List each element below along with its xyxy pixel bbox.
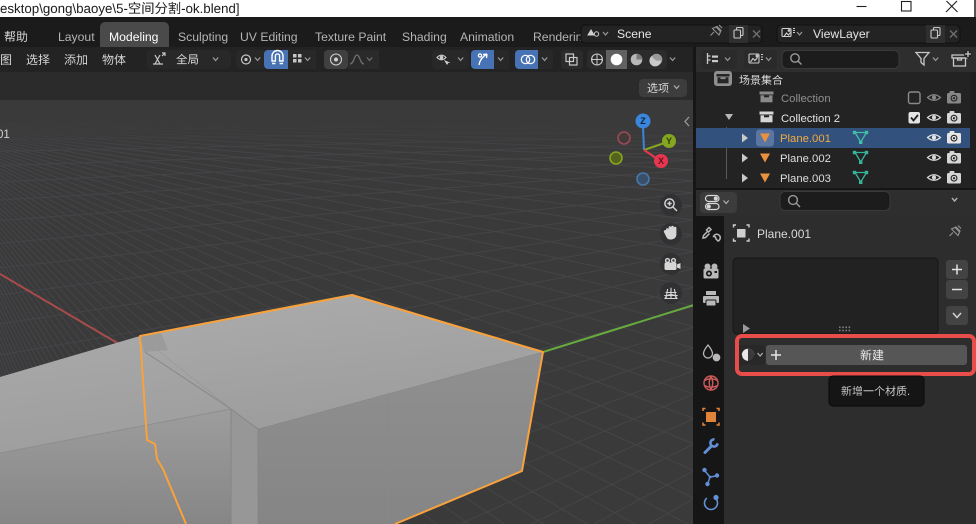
svg-text:Plane.001: Plane.001	[780, 133, 831, 145]
svg-text:Z: Z	[640, 116, 646, 126]
svg-text:ViewLayer: ViewLayer	[813, 27, 870, 41]
svg-text:Texture Paint: Texture Paint	[315, 30, 387, 44]
svg-text:Shading: Shading	[402, 30, 447, 44]
svg-text:UV Editing: UV Editing	[240, 30, 298, 44]
svg-text:Layout: Layout	[58, 30, 95, 44]
svg-text:Scene: Scene	[617, 27, 652, 41]
svg-text:X: X	[658, 156, 664, 166]
svg-text:Collection: Collection	[781, 93, 831, 105]
svg-text:Y: Y	[666, 136, 672, 146]
svg-text:Plane.002: Plane.002	[780, 153, 831, 165]
svg-text:01: 01	[0, 129, 10, 141]
svg-text:Collection 2: Collection 2	[781, 113, 840, 125]
svg-text:Plane.001: Plane.001	[757, 227, 811, 241]
svg-text:Sculpting: Sculpting	[178, 30, 228, 44]
svg-text:Animation: Animation	[460, 30, 514, 44]
svg-text:Plane.003: Plane.003	[780, 173, 831, 185]
svg-text:Modeling: Modeling	[109, 30, 158, 44]
